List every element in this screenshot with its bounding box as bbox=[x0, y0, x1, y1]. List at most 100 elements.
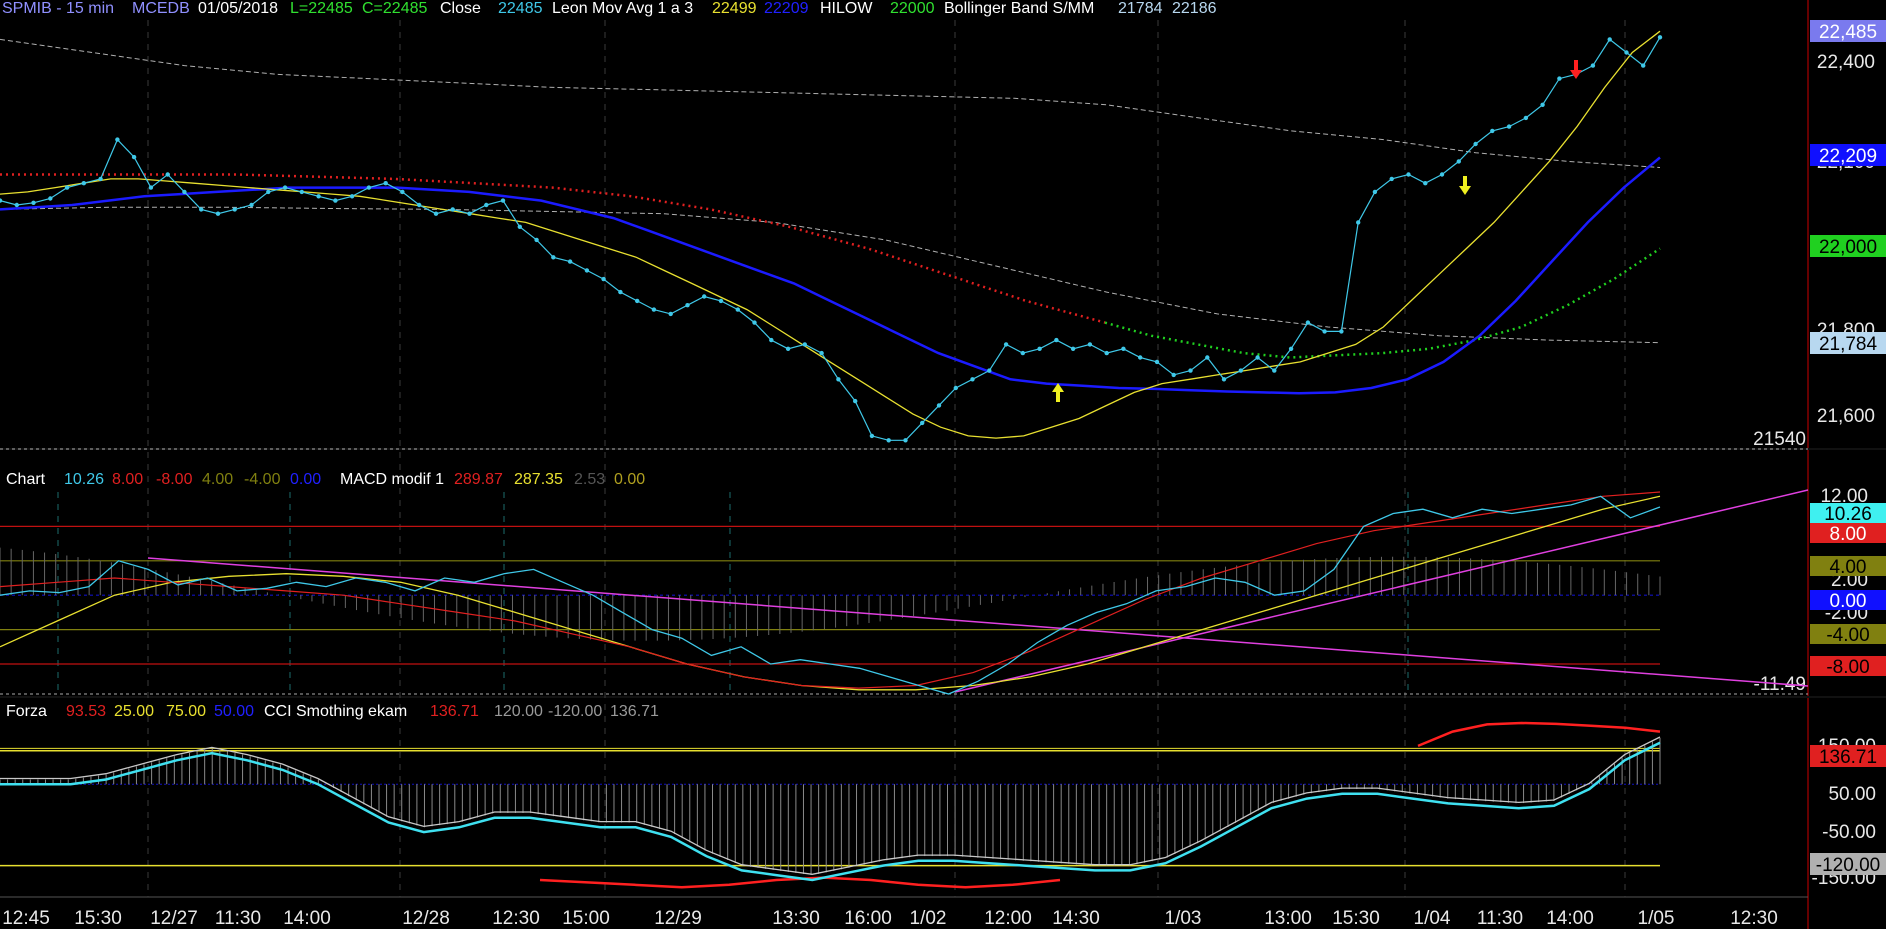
price-badge-text: 21,784 bbox=[1819, 334, 1878, 355]
cci-badge-text: -120.00 bbox=[1816, 855, 1880, 876]
cci-c2: 120.00 bbox=[494, 703, 543, 720]
price-point bbox=[1423, 181, 1428, 186]
price-point bbox=[551, 255, 556, 260]
price-point bbox=[31, 200, 36, 205]
time-axis-label: 11:30 bbox=[215, 908, 261, 929]
price-point bbox=[433, 211, 439, 216]
leon-value-2: 22209 bbox=[764, 0, 809, 17]
time-axis-label: 1/03 bbox=[1165, 908, 1202, 929]
price-point bbox=[584, 268, 590, 273]
price-badge: 22,209 bbox=[1810, 144, 1886, 167]
macd-badge: 4.00 bbox=[1810, 556, 1886, 578]
time-axis-label: 14:00 bbox=[283, 908, 331, 929]
time-axis-label: 13:00 bbox=[1264, 908, 1312, 929]
price-point bbox=[1557, 76, 1562, 81]
price-badge-text: 22,485 bbox=[1819, 22, 1877, 43]
price-point bbox=[484, 202, 489, 208]
price-point bbox=[249, 202, 254, 208]
symbol-label: SPMIB - 15 min bbox=[2, 0, 114, 17]
price-point bbox=[1490, 128, 1495, 134]
price-point bbox=[1356, 220, 1361, 225]
cci-c4: 136.71 bbox=[610, 703, 659, 720]
price-point bbox=[349, 194, 355, 199]
price-point bbox=[618, 289, 623, 295]
price-point bbox=[1138, 355, 1143, 360]
price-point bbox=[400, 189, 405, 195]
price-point bbox=[467, 211, 472, 216]
price-axis-tick: 21,600 bbox=[1817, 406, 1875, 427]
price-point bbox=[752, 320, 757, 325]
cci-forza-word: Forza bbox=[6, 703, 47, 720]
price-point bbox=[165, 172, 170, 177]
price-point bbox=[936, 403, 942, 408]
bollinger-label: Bollinger Band S/MM bbox=[944, 0, 1094, 17]
price-point bbox=[836, 377, 841, 382]
price-point bbox=[1171, 372, 1176, 378]
price-point bbox=[802, 342, 807, 347]
time-axis-label: 1/05 bbox=[1638, 908, 1675, 929]
price-point bbox=[1221, 377, 1227, 382]
chart-frame bbox=[0, 0, 1886, 929]
macd-v4: 4.00 bbox=[202, 471, 233, 488]
cci-axis-tick: -50.00 bbox=[1822, 822, 1876, 843]
price-point bbox=[64, 185, 70, 190]
macd-badge-text: 10.26 bbox=[1824, 504, 1872, 525]
macd-badge-text: 0.00 bbox=[1830, 591, 1867, 612]
time-axis-label: 16:00 bbox=[844, 908, 892, 929]
price-point bbox=[1104, 350, 1109, 356]
cci-c1: 136.71 bbox=[430, 703, 479, 720]
bollinger-value-1: 21784 bbox=[1118, 0, 1163, 17]
macd-label: MACD modif 1 bbox=[340, 471, 444, 488]
price-point bbox=[98, 176, 103, 182]
price-point bbox=[1456, 159, 1462, 164]
price-point bbox=[1523, 115, 1529, 121]
price-point bbox=[903, 438, 908, 443]
cci-v4: 50.00 bbox=[214, 703, 254, 720]
price-point bbox=[417, 202, 422, 208]
price-point bbox=[1037, 346, 1042, 351]
stock-chart[interactable]: SPMIB - 15 min MCEDB 01/05/2018 L=22485 … bbox=[0, 0, 1886, 929]
price-point bbox=[853, 398, 858, 404]
price-point bbox=[1607, 37, 1612, 42]
down-arrow-yellow-shaft bbox=[1463, 176, 1467, 186]
price-point bbox=[199, 207, 204, 212]
cci-v1: 93.53 bbox=[66, 703, 106, 720]
hilow-value: 22000 bbox=[890, 0, 935, 17]
price-point bbox=[769, 337, 774, 343]
price-point bbox=[869, 433, 875, 439]
price-point bbox=[1389, 176, 1394, 182]
price-point bbox=[1087, 342, 1093, 347]
price-point bbox=[718, 298, 724, 304]
price-point bbox=[651, 307, 657, 312]
price-point bbox=[81, 181, 87, 186]
time-axis-label: 12/27 bbox=[150, 908, 198, 929]
price-point bbox=[1121, 346, 1126, 351]
price-point bbox=[282, 185, 288, 190]
price-point bbox=[1188, 368, 1193, 373]
price-point bbox=[1054, 337, 1059, 343]
date-label: 01/05/2018 bbox=[198, 0, 278, 17]
time-axis-label: 12:30 bbox=[492, 908, 540, 929]
price-point bbox=[785, 346, 791, 351]
price-point bbox=[1506, 124, 1512, 129]
price-point bbox=[702, 294, 707, 299]
time-axis-label: 12:30 bbox=[1730, 908, 1778, 929]
price-point bbox=[1020, 350, 1025, 356]
price-point bbox=[383, 181, 388, 186]
price-point bbox=[987, 368, 992, 373]
price-badge: 22,000 bbox=[1810, 235, 1886, 258]
price-point bbox=[953, 385, 958, 391]
price-point bbox=[1339, 329, 1344, 334]
price-point bbox=[1154, 359, 1160, 365]
cci-axis-tick: 50.00 bbox=[1828, 784, 1876, 805]
price-badge-text: 22,000 bbox=[1819, 237, 1877, 258]
time-axis-label: 15:30 bbox=[74, 908, 122, 929]
price-point bbox=[1406, 172, 1411, 177]
price-point bbox=[1272, 368, 1277, 373]
macd-m1: 289.87 bbox=[454, 471, 503, 488]
time-axis-label: 14:00 bbox=[1546, 908, 1594, 929]
close-word: Close bbox=[440, 0, 481, 17]
price-point bbox=[215, 211, 221, 216]
price-point bbox=[1473, 141, 1478, 147]
price-badge: 21,784 bbox=[1810, 332, 1886, 355]
